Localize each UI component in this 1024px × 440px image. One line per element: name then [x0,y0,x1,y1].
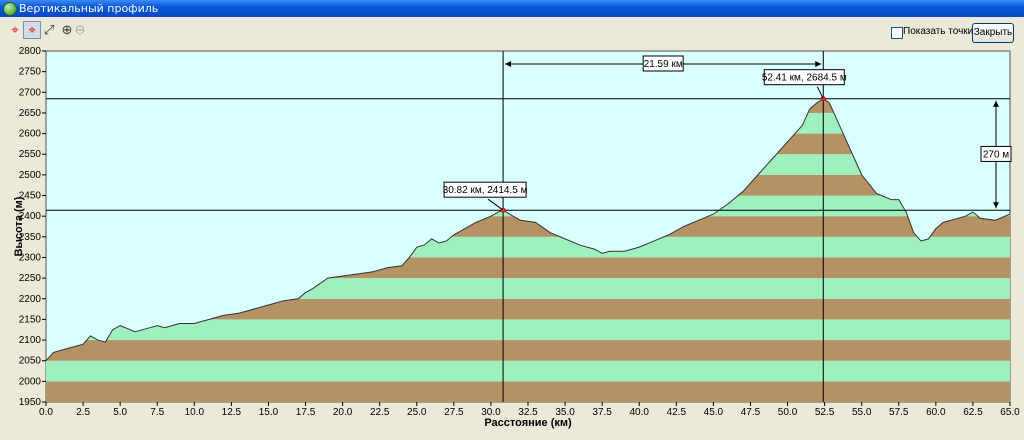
height-diff-label: 270 м [983,149,1009,160]
elevation-band [46,340,1010,361]
distance-label: 21.59 км [644,59,683,70]
x-tick-label: 27.5 [444,407,464,418]
x-tick-label: 57.5 [889,407,909,418]
y-tick-label: 2500 [19,170,42,181]
x-tick-label: 60.0 [926,407,946,418]
y-tick-label: 2000 [19,376,42,387]
x-tick-label: 10.0 [185,407,205,418]
y-tick-label: 1950 [19,397,42,408]
x-tick-label: 5.0 [113,407,127,418]
x-tick-label: 12.5 [222,407,242,418]
y-tick-label: 2250 [19,273,42,284]
y-tick-label: 2600 [19,129,42,140]
y-tick-label: 2650 [19,108,42,119]
x-tick-label: 47.5 [741,407,761,418]
x-tick-label: 22.5 [370,407,390,418]
y-axis-label: Высота (м) [13,196,25,256]
x-axis-label: Расстояние (км) [484,417,572,429]
x-tick-label: 17.5 [296,407,316,418]
x-tick-label: 37.5 [592,407,612,418]
x-tick-label: 42.5 [667,407,687,418]
x-tick-label: 20.0 [333,407,353,418]
y-tick-label: 2050 [19,356,42,367]
x-tick-label: 2.5 [76,407,90,418]
marker-label: 30.82 км, 2414.5 м [443,185,528,196]
x-tick-label: 50.0 [778,407,798,418]
elevation-profile-chart[interactable]: 1950200020502100215022002250230023502400… [0,0,1024,440]
elevation-band [46,381,1010,402]
x-tick-label: 25.0 [407,407,427,418]
y-tick-label: 2200 [19,294,42,305]
x-tick-label: 55.0 [852,407,872,418]
y-tick-label: 2550 [19,149,42,160]
elevation-band [46,360,1010,382]
x-tick-label: 52.5 [815,407,835,418]
marker-label: 52.41 км, 2684.5 м [762,73,847,84]
x-tick-label: 7.5 [150,407,164,418]
y-tick-label: 2700 [19,87,42,98]
y-tick-label: 2150 [19,314,42,325]
y-tick-label: 2100 [19,335,42,346]
x-tick-label: 15.0 [259,407,279,418]
x-tick-label: 65.0 [1000,407,1020,418]
x-tick-label: 40.0 [629,407,649,418]
y-tick-label: 2750 [19,67,42,78]
y-tick-label: 2800 [19,46,42,57]
x-tick-label: 45.0 [704,407,724,418]
x-tick-label: 0.0 [39,407,53,418]
x-tick-label: 62.5 [963,407,983,418]
